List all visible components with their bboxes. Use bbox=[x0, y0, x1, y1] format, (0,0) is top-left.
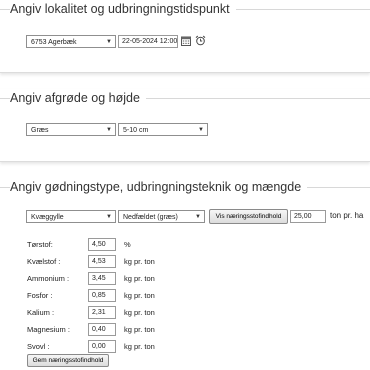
phosphorus-input[interactable]: 0,85 bbox=[88, 289, 116, 302]
calendar-icon[interactable] bbox=[181, 36, 191, 46]
phosphorus-label: Fosfor : bbox=[27, 291, 53, 300]
phosphorus-unit: kg pr. ton bbox=[124, 291, 155, 300]
magnesium-input[interactable]: 0,40 bbox=[88, 323, 116, 336]
section-location-time: Angiv lokalitet og udbringningstidspunkt… bbox=[0, 0, 370, 73]
section-title-location: Angiv lokalitet og udbringningstidspunkt bbox=[10, 2, 236, 16]
nitrogen-unit: kg pr. ton bbox=[124, 257, 155, 266]
chevron-down-icon: ▼ bbox=[195, 214, 201, 220]
magnesium-unit: kg pr. ton bbox=[124, 325, 155, 334]
potassium-label: Kalium : bbox=[27, 308, 55, 317]
save-nutrients-button[interactable]: Gem næringsstofindhold bbox=[27, 354, 109, 367]
show-nutrients-button[interactable]: Vis næringsstofindhold bbox=[209, 209, 288, 224]
ammonium-label: Ammonium : bbox=[27, 274, 70, 283]
chevron-down-icon: ▼ bbox=[106, 214, 112, 220]
potassium-input[interactable]: 2,31 bbox=[88, 306, 116, 319]
section-fertilizer: Angiv gødningstype, udbringningsteknik o… bbox=[0, 178, 370, 370]
section-title-fertilizer: Angiv gødningstype, udbringningsteknik o… bbox=[10, 180, 308, 194]
date-input[interactable]: 22-05-2024 12:00 bbox=[118, 35, 178, 48]
chevron-down-icon: ▼ bbox=[198, 127, 204, 133]
nitrogen-label: Kvælstof : bbox=[27, 257, 61, 266]
drymatter-input[interactable]: 4,50 bbox=[88, 238, 116, 251]
sulfur-unit: kg pr. ton bbox=[124, 342, 155, 351]
nitrogen-input[interactable]: 4,53 bbox=[88, 255, 116, 268]
amount-unit: ton pr. ha bbox=[330, 211, 364, 220]
crop-select[interactable]: Græs ▼ bbox=[26, 123, 116, 136]
application-technique-select[interactable]: Nedfældet (græs) ▼ bbox=[118, 210, 205, 223]
potassium-unit: kg pr. ton bbox=[124, 308, 155, 317]
section-crop-height: Angiv afgrøde og højde Græs ▼ 5-10 cm ▼ bbox=[0, 89, 370, 162]
chevron-down-icon: ▼ bbox=[106, 127, 112, 133]
section-title-crop: Angiv afgrøde og højde bbox=[10, 91, 146, 105]
application-technique-value: Nedfældet (græs) bbox=[123, 214, 178, 221]
ammonium-unit: kg pr. ton bbox=[124, 274, 155, 283]
location-select-value: 6753 Agerbæk bbox=[31, 39, 77, 46]
location-select[interactable]: 6753 Agerbæk ▼ bbox=[26, 35, 116, 48]
fertilizer-type-value: Kvæggylle bbox=[31, 214, 64, 221]
ammonium-input[interactable]: 3,45 bbox=[88, 272, 116, 285]
crop-select-value: Græs bbox=[31, 127, 49, 134]
chevron-down-icon: ▼ bbox=[106, 39, 112, 45]
drymatter-unit: % bbox=[124, 240, 131, 249]
height-select-value: 5-10 cm bbox=[123, 127, 149, 134]
drymatter-label: Tørstof: bbox=[27, 240, 53, 249]
magnesium-label: Magnesium : bbox=[27, 325, 70, 334]
sulfur-label: Svovl : bbox=[27, 342, 50, 351]
height-select[interactable]: 5-10 cm ▼ bbox=[118, 123, 208, 136]
sulfur-input[interactable]: 0,00 bbox=[88, 340, 116, 353]
fertilizer-type-select[interactable]: Kvæggylle ▼ bbox=[26, 210, 116, 223]
alarm-clock-icon[interactable] bbox=[195, 35, 206, 46]
amount-input[interactable]: 25,00 bbox=[290, 210, 326, 223]
